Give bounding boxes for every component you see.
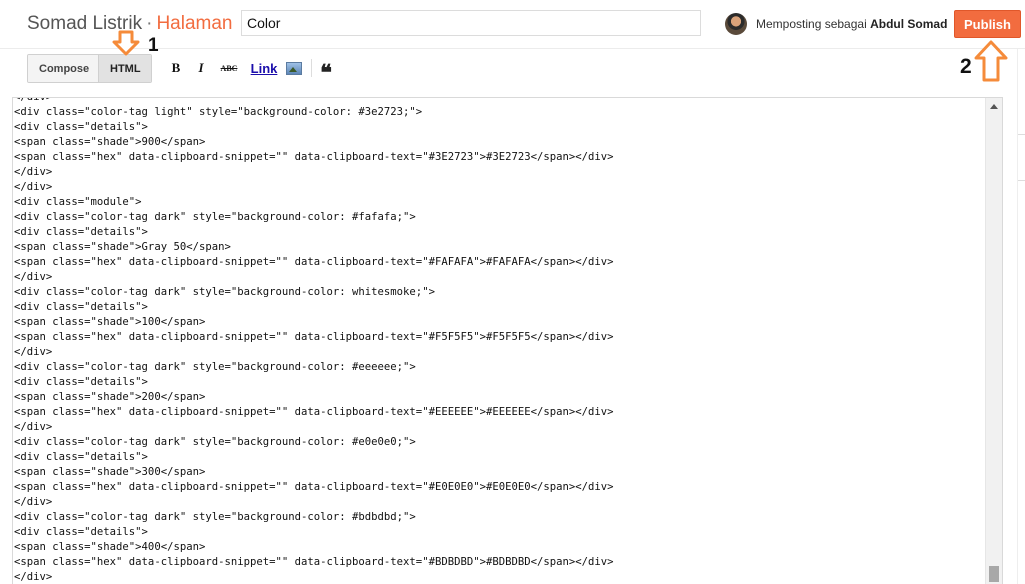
editor-mode-toggle: Compose HTML: [27, 54, 152, 83]
quote-button[interactable]: ❝: [318, 59, 334, 84]
code-line[interactable]: </div>: [14, 420, 984, 435]
html-editor[interactable]: </div> <div class="color-tag light" style…: [12, 97, 1003, 584]
annotation-arrow-down-icon: [112, 30, 140, 56]
scroll-up-icon[interactable]: [990, 104, 998, 109]
annotation-arrow-up-icon: [974, 40, 1008, 82]
code-line[interactable]: <div class="color-tag dark" style="backg…: [14, 285, 984, 300]
posting-as-prefix: Memposting sebagai: [756, 17, 867, 31]
page-kind-label: Halaman: [156, 13, 233, 34]
html-mode-button[interactable]: HTML: [99, 55, 151, 82]
code-line[interactable]: <span class="hex" data-clipboard-snippet…: [14, 555, 984, 570]
insert-image-button[interactable]: [285, 59, 303, 77]
code-line[interactable]: </div>: [14, 98, 984, 105]
code-line[interactable]: </div>: [14, 570, 984, 584]
code-line[interactable]: <div class="details">: [14, 225, 984, 240]
code-line[interactable]: <div class="details">: [14, 525, 984, 540]
code-line[interactable]: </div>: [14, 180, 984, 195]
code-line[interactable]: <div class="details">: [14, 450, 984, 465]
toolbar-divider: [311, 59, 312, 77]
right-settings-rail: [1017, 49, 1025, 584]
image-icon: [286, 61, 302, 75]
editor-scrollbar[interactable]: [985, 98, 1002, 584]
user-avatar[interactable]: [725, 13, 747, 35]
code-line[interactable]: <div class="details">: [14, 120, 984, 135]
code-line[interactable]: <span class="hex" data-clipboard-snippet…: [14, 255, 984, 270]
code-line[interactable]: <span class="shade">100</span>: [14, 315, 984, 330]
annotation-step-1: 1: [148, 35, 159, 56]
strikethrough-button[interactable]: ABC: [219, 59, 239, 77]
code-line[interactable]: </div>: [14, 345, 984, 360]
code-line[interactable]: </div>: [14, 165, 984, 180]
code-line[interactable]: <span class="hex" data-clipboard-snippet…: [14, 330, 984, 345]
code-line[interactable]: <div class="color-tag dark" style="backg…: [14, 435, 984, 450]
italic-button[interactable]: I: [195, 59, 207, 77]
code-line[interactable]: <span class="shade">200</span>: [14, 390, 984, 405]
code-line[interactable]: </div>: [14, 270, 984, 285]
code-line[interactable]: <span class="hex" data-clipboard-snippet…: [14, 150, 984, 165]
link-button[interactable]: Link: [251, 59, 278, 77]
bold-button[interactable]: B: [169, 59, 183, 77]
annotation-step-2: 2: [960, 55, 972, 78]
title-separator: ·: [146, 13, 153, 34]
compose-mode-button[interactable]: Compose: [28, 55, 99, 82]
scroll-thumb[interactable]: [989, 566, 999, 582]
code-line[interactable]: <div class="details">: [14, 375, 984, 390]
code-line[interactable]: </div>: [14, 495, 984, 510]
code-line[interactable]: <span class="shade">300</span>: [14, 465, 984, 480]
posting-as-label: Memposting sebagai Abdul Somad: [756, 17, 947, 31]
code-line[interactable]: <span class="hex" data-clipboard-snippet…: [14, 480, 984, 495]
code-line[interactable]: <div class="color-tag dark" style="backg…: [14, 210, 984, 225]
code-line[interactable]: <div class="module">: [14, 195, 984, 210]
code-line[interactable]: <span class="shade">Gray 50</span>: [14, 240, 984, 255]
code-line[interactable]: <div class="details">: [14, 300, 984, 315]
rail-divider: [1018, 134, 1025, 135]
page-title-input[interactable]: [241, 10, 701, 36]
code-line[interactable]: <span class="hex" data-clipboard-snippet…: [14, 405, 984, 420]
rail-divider: [1018, 180, 1025, 181]
code-line[interactable]: <div class="color-tag dark" style="backg…: [14, 510, 984, 525]
code-line[interactable]: <div class="color-tag light" style="back…: [14, 105, 984, 120]
user-name: Abdul Somad: [870, 17, 948, 31]
publish-button[interactable]: Publish: [954, 10, 1021, 38]
code-line[interactable]: <div class="color-tag dark" style="backg…: [14, 360, 984, 375]
code-line[interactable]: <span class="shade">900</span>: [14, 135, 984, 150]
html-source-code[interactable]: </div> <div class="color-tag light" style…: [14, 98, 984, 584]
code-line[interactable]: <span class="shade">400</span>: [14, 540, 984, 555]
